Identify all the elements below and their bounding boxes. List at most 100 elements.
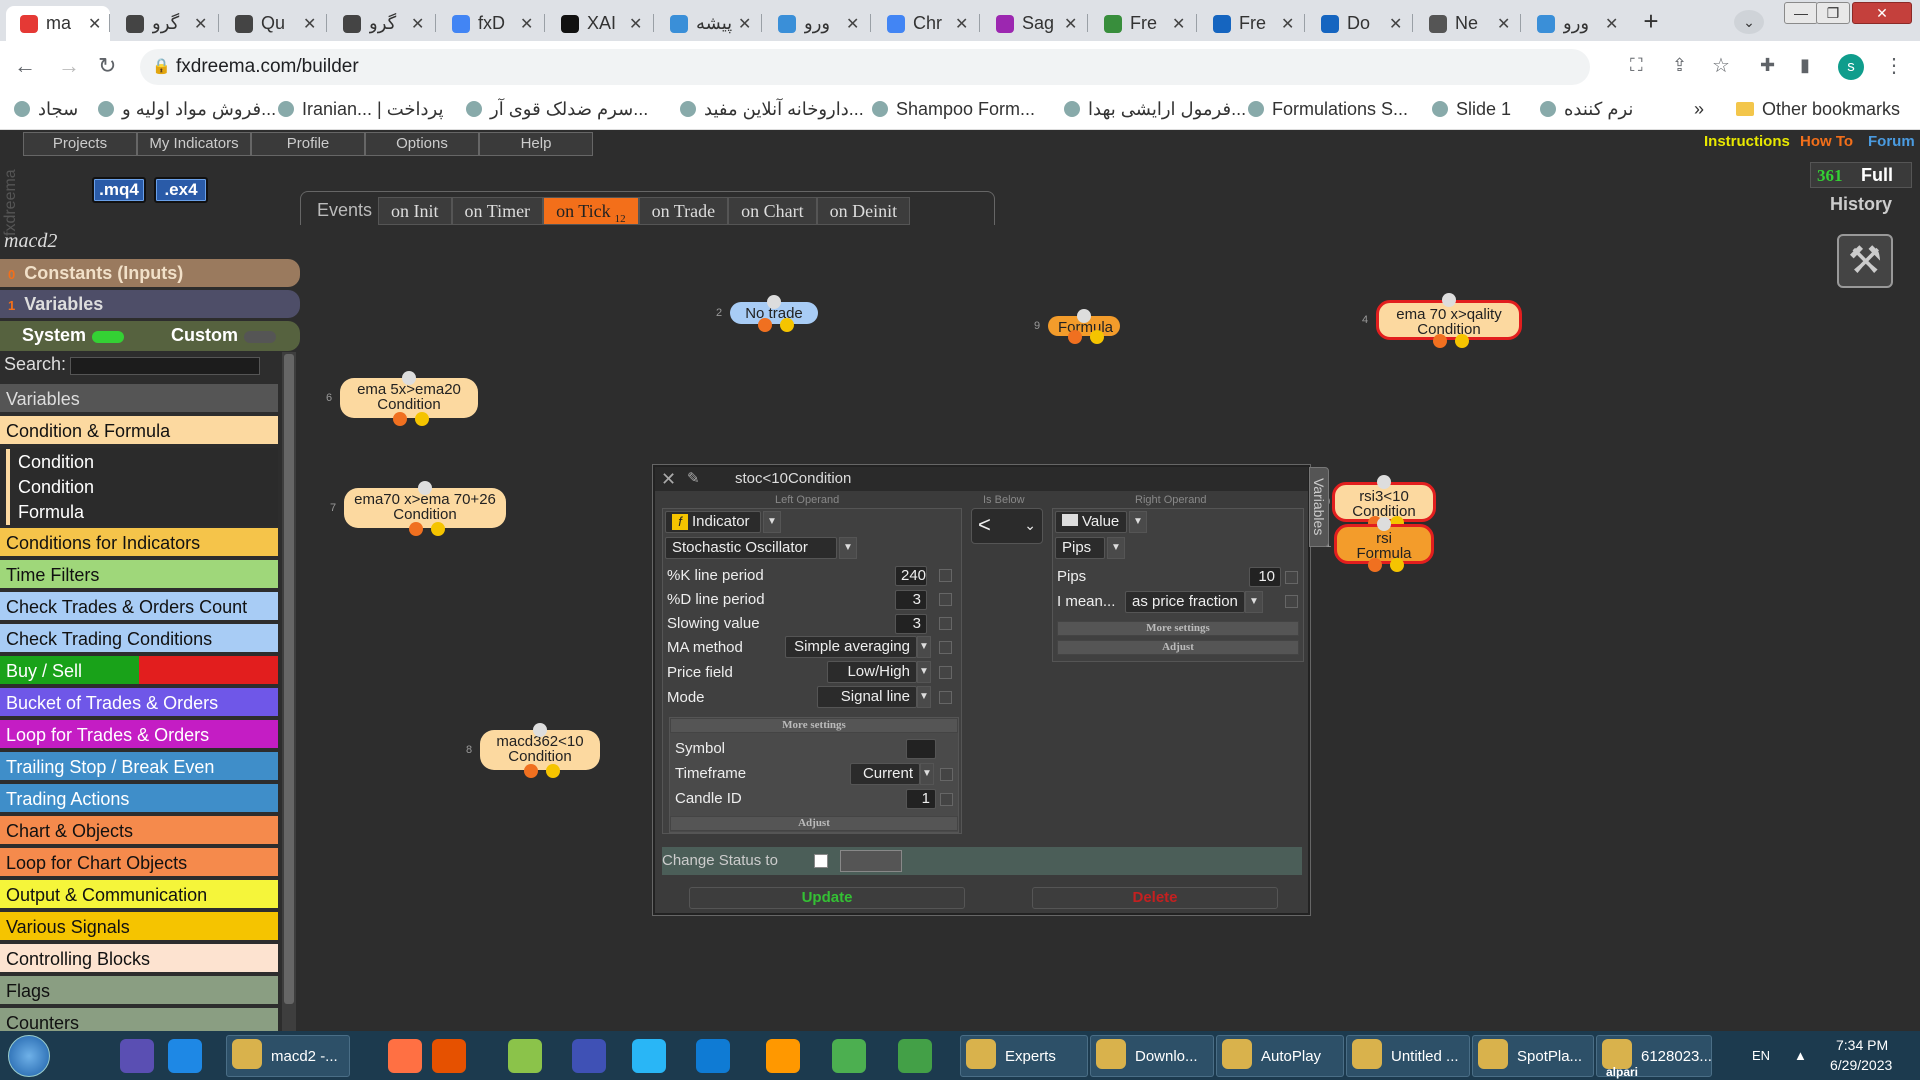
param-checkbox[interactable] [939, 641, 952, 654]
block-output-connector[interactable] [524, 764, 538, 778]
taskbar-app-icon[interactable] [120, 1039, 154, 1073]
param-select[interactable]: Signal line [817, 686, 917, 708]
start-button[interactable] [8, 1035, 50, 1077]
left-adjust-bar[interactable]: Adjust [670, 816, 958, 831]
block-else-connector[interactable] [1090, 330, 1104, 344]
block-input-connector[interactable] [1077, 309, 1091, 323]
taskbar-app-icon[interactable] [432, 1039, 466, 1073]
timeframe-dropdown-icon[interactable]: ▼ [920, 763, 934, 785]
tab-close-icon[interactable]: ✕ [629, 14, 642, 34]
tab-close-icon[interactable]: ✕ [520, 14, 533, 34]
bookmark-item[interactable]: Shampoo Form... [872, 99, 1035, 120]
block-input-connector[interactable] [1442, 293, 1456, 307]
menu-help[interactable]: Help [479, 132, 593, 156]
taskbar-app-icon[interactable] [168, 1039, 202, 1073]
tab-close-icon[interactable]: ✕ [1281, 14, 1294, 34]
block-else-connector[interactable] [1390, 558, 1404, 572]
browser-tab[interactable]: ورو ✕ [1523, 6, 1627, 41]
bookmark-item[interactable]: سجاد [14, 99, 78, 120]
timeframe-select[interactable]: Current [850, 763, 920, 785]
tab-close-icon[interactable]: ✕ [88, 14, 101, 34]
block-input-connector[interactable] [1377, 517, 1391, 531]
clock-date[interactable]: 6/29/2023 [1830, 1057, 1892, 1073]
tab-close-icon[interactable]: ✕ [1064, 14, 1077, 34]
event-tab-on-deinit[interactable]: on Deinit [816, 197, 911, 225]
share-icon[interactable]: ⇪ [1672, 55, 1687, 76]
tab-close-icon[interactable]: ✕ [1172, 14, 1185, 34]
delete-button[interactable]: Delete [1032, 887, 1278, 909]
category-check-trades-orders-count[interactable]: Check Trades & Orders Count [0, 592, 278, 622]
category-controlling-blocks[interactable]: Controlling Blocks [0, 944, 278, 974]
custom-label[interactable]: Custom [171, 325, 238, 346]
extensions-icon[interactable]: ✚ [1760, 55, 1775, 76]
browser-tab[interactable]: Sag ✕ [982, 6, 1086, 41]
bookmark-item[interactable]: نرم کننده [1540, 99, 1633, 120]
category-loop-for-trades-orders[interactable]: Loop for Trades & Orders [0, 720, 278, 750]
maximize-button[interactable]: ❐ [1816, 2, 1850, 24]
bookmark-star-icon[interactable]: ☆ [1712, 53, 1730, 78]
browser-tab[interactable]: پیشه ✕ [656, 6, 760, 41]
category-flags[interactable]: Flags [0, 976, 278, 1006]
reload-icon[interactable]: ↻ [98, 53, 116, 79]
tab-close-icon[interactable]: ✕ [846, 14, 859, 34]
browser-tab[interactable]: Chr ✕ [873, 6, 977, 41]
category-various-signals[interactable]: Various Signals [0, 912, 278, 942]
menu-my-indicators[interactable]: My Indicators [137, 132, 251, 156]
candle-id-field[interactable]: 1 [906, 789, 936, 809]
browser-tab[interactable]: Do ✕ [1307, 6, 1411, 41]
sidebar-scrollbar[interactable] [282, 352, 296, 1032]
param-field[interactable]: 3 [895, 590, 927, 610]
left-operand-type-select[interactable]: f Indicator [665, 511, 761, 533]
new-tab-button[interactable]: + [1636, 8, 1666, 36]
system-label[interactable]: System [22, 325, 86, 346]
browser-tab[interactable]: Qu ✕ [221, 6, 325, 41]
param-dropdown-icon[interactable]: ▼ [917, 661, 931, 683]
forward-icon[interactable]: → [58, 53, 80, 79]
browser-tab[interactable]: گرو ✕ [329, 6, 433, 41]
bookmark-item[interactable]: Slide 1 [1432, 99, 1511, 120]
browser-tab[interactable]: Ne ✕ [1415, 6, 1519, 41]
taskbar-app-icon[interactable] [832, 1039, 866, 1073]
history-button[interactable]: History [1830, 194, 1892, 215]
taskbar-app-icon[interactable] [572, 1039, 606, 1073]
category-trailing-stop-break-even[interactable]: Trailing Stop / Break Even [0, 752, 278, 782]
right-more-settings-bar[interactable]: More settings [1057, 621, 1299, 636]
category-chart-objects[interactable]: Chart & Objects [0, 816, 278, 846]
menu-options[interactable]: Options [365, 132, 479, 156]
back-icon[interactable]: ← [14, 53, 36, 79]
browser-tab[interactable]: Fre ✕ [1199, 6, 1303, 41]
tab-close-icon[interactable]: ✕ [303, 14, 316, 34]
block-else-connector[interactable] [415, 412, 429, 426]
block-output-connector[interactable] [1368, 558, 1382, 572]
category-conditions-for-indicators[interactable]: Conditions for Indicators [0, 528, 278, 558]
right-operand-type-select[interactable]: Value [1055, 511, 1127, 533]
taskbar-app-icon[interactable] [898, 1039, 932, 1073]
tab-close-icon[interactable]: ✕ [1389, 14, 1402, 34]
browser-tab[interactable]: fxD ✕ [438, 6, 542, 41]
taskbar-app-icon[interactable] [508, 1039, 542, 1073]
system-toggle[interactable] [92, 331, 124, 343]
forum-link[interactable]: Forum [1868, 133, 1915, 150]
right-type-dropdown-icon[interactable]: ▼ [1129, 511, 1147, 533]
bookmark-item[interactable]: Iranian... | پرداخت [278, 99, 443, 120]
param-checkbox[interactable] [939, 666, 952, 679]
category-trading-actions[interactable]: Trading Actions [0, 784, 278, 814]
tab-close-icon[interactable]: ✕ [194, 14, 207, 34]
more-settings-bar[interactable]: More settings [670, 718, 958, 733]
block-else-connector[interactable] [431, 522, 445, 536]
event-tab-on-tick[interactable]: on Tick 12 [543, 197, 639, 225]
ex4-button[interactable]: .ex4 [154, 177, 208, 203]
category-variables[interactable]: Variables [0, 384, 278, 414]
pips-field[interactable]: 10 [1249, 567, 1281, 587]
change-status-checkbox[interactable] [814, 854, 828, 868]
block-output-connector[interactable] [393, 412, 407, 426]
constants-panel[interactable]: 0 Constants (Inputs) [0, 259, 300, 287]
taskbar-app-icon[interactable] [632, 1039, 666, 1073]
bookmark-item[interactable]: Formulations S... [1248, 99, 1408, 120]
param-field[interactable]: 3 [895, 614, 927, 634]
block-output-connector[interactable] [1433, 334, 1447, 348]
candle-id-checkbox[interactable] [940, 793, 953, 806]
block-output-connector[interactable] [409, 522, 423, 536]
mq4-button[interactable]: .mq4 [92, 177, 146, 203]
language-indicator[interactable]: EN [1752, 1035, 1770, 1077]
